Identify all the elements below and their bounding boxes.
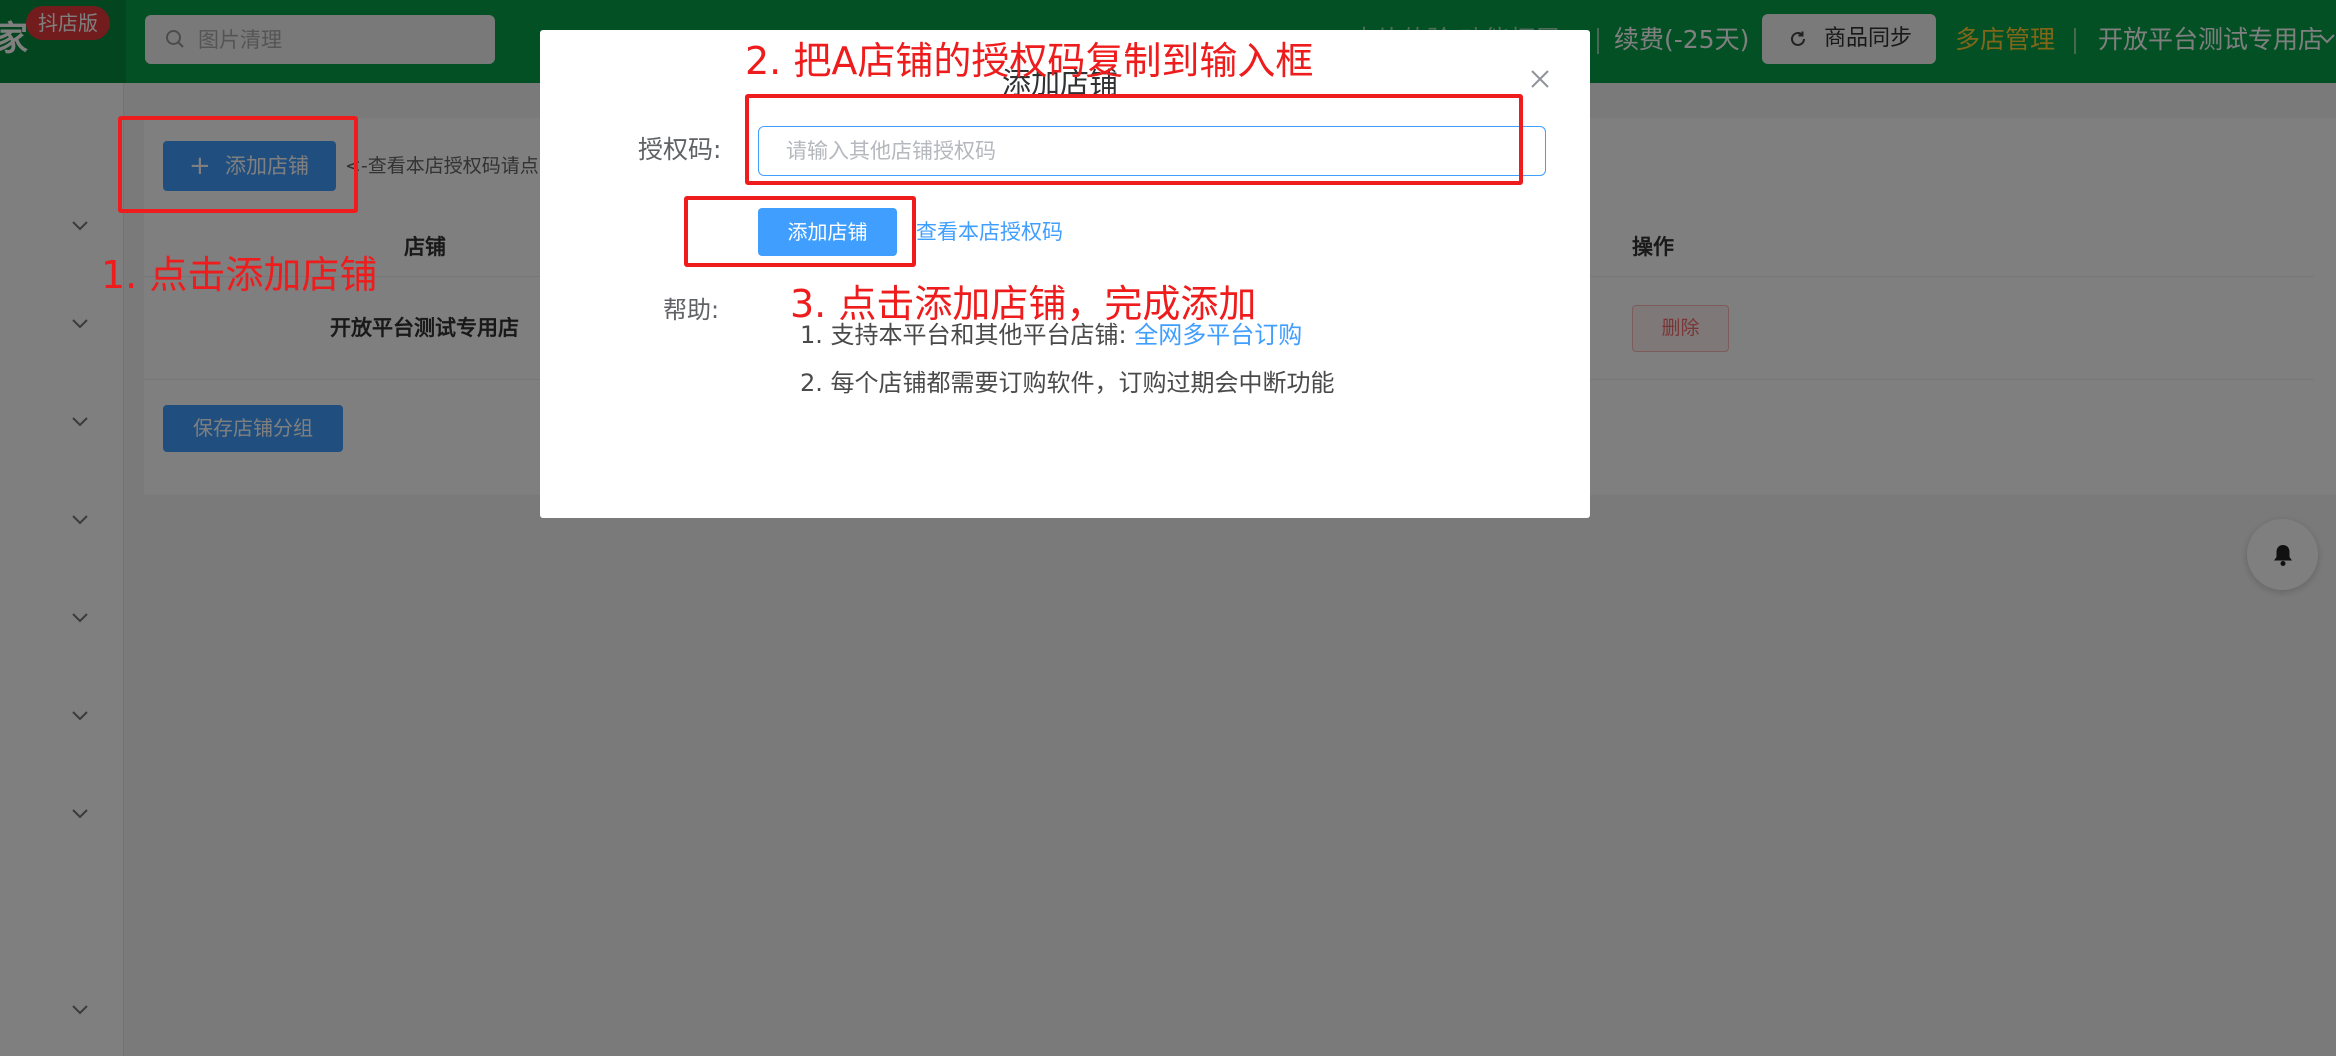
auth-code-label: 授权码: bbox=[638, 135, 722, 164]
annotation-step3: 3. 点击添加店铺，完成添加 bbox=[790, 282, 1257, 326]
annotation-box-step3 bbox=[684, 196, 916, 267]
annotation-step2: 2. 把A店铺的授权码复制到输入框 bbox=[745, 39, 1314, 83]
annotation-box-step2 bbox=[745, 94, 1523, 185]
view-own-auth-code-link[interactable]: 查看本店授权码 bbox=[916, 217, 1063, 247]
annotation-box-step1 bbox=[118, 116, 358, 213]
help-item: 2. 每个店铺都需要订购软件，订购过期会中断功能 bbox=[800, 369, 1335, 397]
annotation-step1: 1. 点击添加店铺 bbox=[101, 253, 378, 297]
close-icon[interactable] bbox=[1528, 67, 1552, 91]
help-label: 帮助: bbox=[663, 296, 720, 324]
